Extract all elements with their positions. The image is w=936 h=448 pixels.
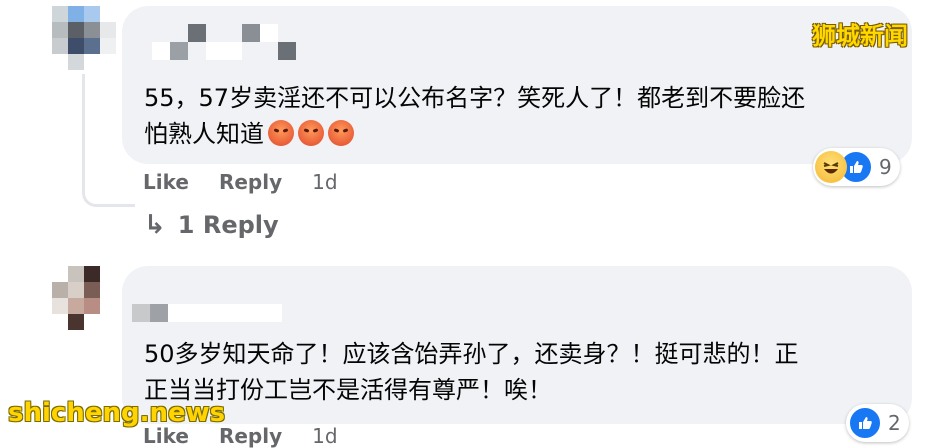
comment-text-line-2: 怕熟人知道 (144, 120, 264, 148)
commenter-name[interactable] (152, 24, 296, 60)
view-replies-link[interactable]: ↳ 1 Reply (144, 210, 279, 240)
comment-actions: Like Reply 1d (143, 170, 338, 194)
angry-face-icon (328, 120, 354, 146)
reaction-count: 9 (879, 155, 892, 179)
comment-timestamp[interactable]: 1d (312, 170, 337, 194)
like-reaction-icon (848, 406, 882, 440)
commenter-name[interactable] (132, 304, 282, 322)
comment-text: 55，57岁卖淫还不可以公布名字？笑死人了！都老到不要脸还 怕熟人知道 (144, 80, 805, 152)
avatar[interactable] (52, 266, 116, 330)
like-button[interactable]: Like (143, 170, 189, 194)
avatar[interactable] (52, 6, 116, 70)
comment-text-line: 55，57岁卖淫还不可以公布名字？笑死人了！都老到不要脸还 (144, 84, 806, 112)
comment-text-line: 怕熟人知道 (144, 116, 805, 152)
comment-text-line: 50多岁知天命了！应该含饴弄孙了，还卖身？！挺可悲的！正 (144, 340, 799, 368)
comment-timestamp[interactable]: 1d (312, 424, 337, 448)
angry-face-icon (298, 120, 324, 146)
reaction-summary[interactable]: 9 (813, 148, 900, 186)
comment-text: 50多岁知天命了！应该含饴弄孙了，还卖身？！挺可悲的！正 正当当打份工岂不是活得… (144, 336, 799, 408)
comment-text-line: 正当当打份工岂不是活得有尊严！唉！ (144, 376, 552, 404)
angry-face-icon (268, 120, 294, 146)
watermark-logo-top: 狮城新闻 (812, 22, 908, 50)
reaction-count: 2 (888, 411, 901, 435)
watermark-logo-bottom: shicheng.news (8, 398, 226, 428)
reaction-summary[interactable]: 2 (846, 404, 909, 442)
reply-button[interactable]: Reply (219, 170, 282, 194)
haha-reaction-icon (815, 151, 847, 183)
reply-button[interactable]: Reply (219, 424, 282, 448)
view-replies-label: 1 Reply (177, 211, 279, 239)
reply-arrow-icon: ↳ (144, 210, 166, 240)
